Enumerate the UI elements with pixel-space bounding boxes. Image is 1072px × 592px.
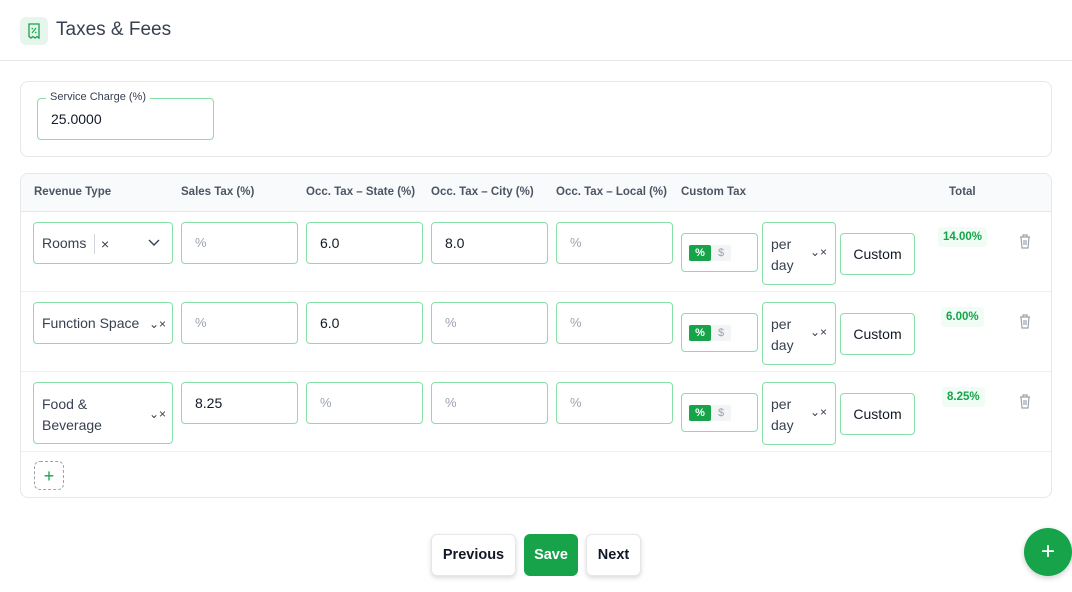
- tax-table: Revenue Type Sales Tax (%) Occ. Tax – St…: [20, 173, 1052, 498]
- next-button[interactable]: Next: [586, 534, 641, 576]
- trash-icon[interactable]: [1018, 313, 1032, 329]
- dollar-option[interactable]: $: [711, 245, 731, 261]
- revenue-type-select[interactable]: Function Space ⌄×: [33, 302, 173, 344]
- receipt-icon: [20, 17, 48, 45]
- occ-city-input[interactable]: %: [431, 302, 548, 344]
- revenue-type-select[interactable]: Rooms ×: [33, 222, 173, 264]
- occ-state-input[interactable]: 6.0: [306, 222, 423, 264]
- frequency-value: per day: [771, 316, 794, 353]
- row-total: 14.00%: [938, 227, 988, 247]
- select-controls-icon[interactable]: ⌄×: [149, 317, 166, 331]
- frequency-value: per day: [771, 236, 794, 273]
- previous-button[interactable]: Previous: [431, 534, 516, 576]
- row-total: 8.25%: [942, 387, 985, 407]
- revenue-type-value: Rooms: [42, 235, 87, 251]
- col-total: Total: [949, 186, 976, 198]
- occ-local-input[interactable]: %: [556, 302, 673, 344]
- occ-state-input[interactable]: %: [306, 382, 423, 424]
- service-charge-card: Service Charge (%) 25.0000: [20, 81, 1052, 157]
- percent-option[interactable]: %: [689, 325, 711, 341]
- occ-state-input[interactable]: 6.0: [306, 302, 423, 344]
- occ-city-input[interactable]: %: [431, 382, 548, 424]
- custom-tax-button[interactable]: Custom: [840, 313, 915, 355]
- custom-tax-button[interactable]: Custom: [840, 233, 915, 275]
- col-occ-local: Occ. Tax – Local (%): [556, 186, 667, 198]
- trash-icon[interactable]: [1018, 393, 1032, 409]
- dollar-option[interactable]: $: [711, 405, 731, 421]
- frequency-controls-icon[interactable]: ⌄×: [810, 245, 827, 259]
- custom-tax-unit-toggle[interactable]: % $: [681, 393, 758, 432]
- col-occ-state: Occ. Tax – State (%): [306, 186, 416, 198]
- percent-option[interactable]: %: [689, 405, 711, 421]
- select-divider: [94, 234, 95, 254]
- revenue-type-value: Food & Beverage: [42, 396, 102, 433]
- row-total: 6.00%: [941, 307, 984, 327]
- frequency-value: per day: [771, 396, 794, 433]
- table-row: Food & Beverage ⌄× 8.25 % % % % $ per da…: [21, 372, 1051, 452]
- occ-local-input[interactable]: %: [556, 382, 673, 424]
- service-charge-field[interactable]: Service Charge (%) 25.0000: [37, 91, 214, 140]
- revenue-type-value: Function Space: [42, 315, 140, 331]
- col-custom-tax: Custom Tax: [681, 186, 746, 198]
- table-header: Revenue Type Sales Tax (%) Occ. Tax – St…: [21, 174, 1051, 212]
- add-row-button[interactable]: +: [34, 461, 64, 490]
- frequency-select[interactable]: per day ⌄×: [762, 222, 836, 285]
- table-row: Rooms × % 6.0 8.0 % % $ per day ⌄× Custo…: [21, 212, 1051, 292]
- occ-city-input[interactable]: 8.0: [431, 222, 548, 264]
- service-charge-label: Service Charge (%): [46, 91, 150, 103]
- frequency-controls-icon[interactable]: ⌄×: [810, 405, 827, 419]
- custom-tax-unit-toggle[interactable]: % $: [681, 233, 758, 272]
- sales-tax-input[interactable]: %: [181, 222, 298, 264]
- add-fab-button[interactable]: +: [1024, 528, 1072, 576]
- page-title: Taxes & Fees: [56, 19, 172, 40]
- frequency-controls-icon[interactable]: ⌄×: [810, 325, 827, 339]
- occ-local-input[interactable]: %: [556, 222, 673, 264]
- trash-icon[interactable]: [1018, 233, 1032, 249]
- col-occ-city: Occ. Tax – City (%): [431, 186, 534, 198]
- page-header: Taxes & Fees: [0, 0, 1072, 61]
- chevron-down-icon[interactable]: [148, 239, 160, 247]
- frequency-select[interactable]: per day ⌄×: [762, 302, 836, 365]
- custom-tax-button[interactable]: Custom: [840, 393, 915, 435]
- table-row: Function Space ⌄× % 6.0 % % % $ per day …: [21, 292, 1051, 372]
- col-revenue-type: Revenue Type: [34, 186, 112, 198]
- custom-tax-unit-toggle[interactable]: % $: [681, 313, 758, 352]
- percent-option[interactable]: %: [689, 245, 711, 261]
- save-button[interactable]: Save: [524, 534, 578, 576]
- service-charge-value: 25.0000: [51, 111, 102, 127]
- sales-tax-input[interactable]: 8.25: [181, 382, 298, 424]
- sales-tax-input[interactable]: %: [181, 302, 298, 344]
- select-controls-icon[interactable]: ⌄×: [149, 407, 166, 421]
- revenue-type-select[interactable]: Food & Beverage ⌄×: [33, 382, 173, 444]
- frequency-select[interactable]: per day ⌄×: [762, 382, 836, 445]
- clear-icon[interactable]: ×: [101, 236, 109, 252]
- dollar-option[interactable]: $: [711, 325, 731, 341]
- col-sales-tax: Sales Tax (%): [181, 186, 255, 198]
